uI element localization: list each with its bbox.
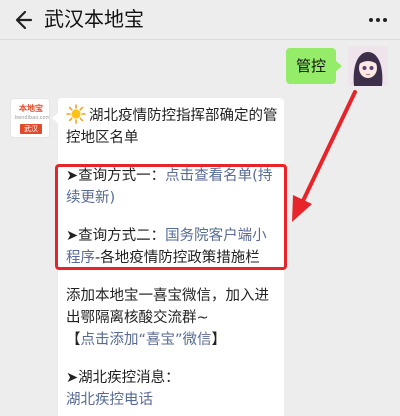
chat-title: 武汉本地宝 [44, 7, 144, 31]
user-avatar[interactable] [348, 46, 388, 86]
highlight-box [55, 164, 287, 270]
back-arrow-icon[interactable] [8, 6, 36, 34]
user-avatar-image [348, 46, 388, 86]
headline-text: 湖北疫情防控指挥部确定的管控地区名单 [66, 108, 278, 146]
sent-message-bubble[interactable]: 管控 [285, 48, 343, 84]
headline-paragraph: 湖北疫情防控指挥部确定的管控地区名单 [66, 104, 280, 149]
news-prefix: ➤湖北疾控消息： [66, 370, 180, 386]
official-account-avatar[interactable]: 本地宝 bendibao.com 武汉 [10, 98, 50, 138]
news-link[interactable]: 湖北疾控电话 [66, 389, 280, 411]
more-options-icon[interactable] [366, 8, 390, 32]
sun-icon [66, 104, 86, 124]
logo-subtext: bendibao.com [15, 115, 50, 121]
top-bar: 武汉本地宝 [0, 0, 400, 40]
wechat-link-line: 【点击添加“喜宝”微信】 [66, 329, 280, 351]
wechat-paragraph: 添加本地宝一喜宝微信，加入进出鄂隔离核酸交流群~ 【点击添加“喜宝”微信】 [66, 285, 280, 351]
wechat-bracket-open: 【 [66, 332, 81, 348]
logo-text: 本地宝 [19, 104, 43, 113]
news-paragraph: ➤湖北疾控消息： 湖北疾控电话 [66, 367, 280, 411]
logo-city-badge: 武汉 [20, 124, 42, 134]
sent-message-row: 管控 [285, 46, 388, 86]
wechat-add-link[interactable]: 点击添加“喜宝”微信 [81, 332, 212, 348]
wechat-text: 添加本地宝一喜宝微信，加入进出鄂隔离核酸交流群~ [66, 288, 269, 326]
wechat-bracket-close: 】 [211, 332, 227, 348]
